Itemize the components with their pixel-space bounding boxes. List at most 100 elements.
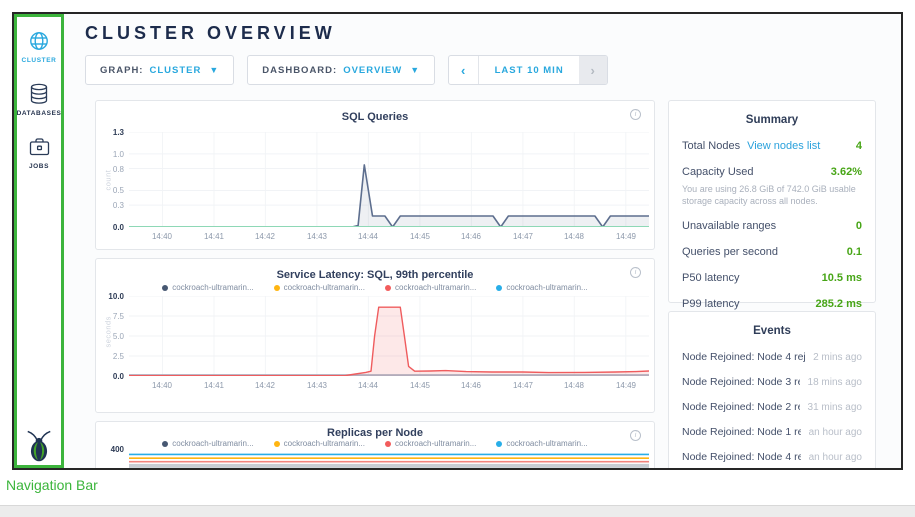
summary-panel: Summary Total Nodes View nodes list 4 Capa…: [668, 100, 876, 303]
app-window: CLUSTER DATABASES: [12, 12, 903, 470]
y-axis-tick: 0.0: [98, 372, 124, 381]
chart-title: SQL Queries: [96, 111, 654, 123]
graph-dropdown-label: GRAPH:: [100, 65, 143, 76]
bottom-strip: [0, 505, 915, 517]
chart-title: Service Latency: SQL, 99th percentile: [96, 269, 654, 281]
chart-svg: [129, 132, 649, 227]
x-axis-tick: 14:41: [196, 232, 232, 241]
event-row[interactable]: Node Rejoined: Node 1 rej... an hour ago: [682, 426, 862, 438]
y-axis-tick: 2.5: [98, 352, 124, 361]
y-axis-tick: 5.0: [98, 332, 124, 341]
database-icon: [27, 82, 51, 106]
legend-item: cockroach-ultramarin...: [385, 283, 476, 292]
chevron-down-icon: ▼: [209, 65, 219, 75]
event-row[interactable]: Node Rejoined: Node 2 rej... 31 mins ago: [682, 401, 862, 413]
summary-value: 285.2 ms: [816, 298, 862, 310]
time-next-button[interactable]: ›: [579, 56, 607, 84]
sidebar-item-jobs[interactable]: JOBS: [27, 135, 51, 170]
summary-label: Total Nodes: [682, 140, 740, 152]
graph-dropdown[interactable]: GRAPH: CLUSTER ▼: [85, 55, 234, 85]
event-row[interactable]: Node Rejoined: Node 4 rej... an hour ago: [682, 451, 862, 463]
chart-plot-area[interactable]: [129, 132, 649, 227]
x-axis-tick: 14:44: [350, 232, 386, 241]
chevron-down-icon: ▼: [410, 65, 420, 75]
summary-row: Unavailable ranges 0: [682, 220, 862, 232]
summary-row: P50 latency 10.5 ms: [682, 272, 862, 284]
briefcase-icon: [27, 135, 51, 159]
chart-legend: cockroach-ultramarin... cockroach-ultram…: [96, 283, 654, 292]
y-axis-tick: 1.3: [98, 128, 124, 137]
y-axis-tick: 0.3: [98, 201, 124, 210]
x-axis-tick: 14:43: [299, 381, 335, 390]
sidebar-item-label: JOBS: [29, 163, 49, 170]
summary-value: 0.1: [847, 246, 862, 258]
time-window-label[interactable]: LAST 10 MIN: [479, 56, 579, 84]
summary-value: 10.5 ms: [822, 272, 862, 284]
time-window-selector: ‹ LAST 10 MIN ›: [448, 55, 608, 85]
chart-svg: [129, 445, 649, 470]
event-text: Node Rejoined: Node 2 rej...: [682, 401, 800, 413]
summary-label: P50 latency: [682, 272, 739, 284]
event-row[interactable]: Node Rejoined: Node 4 rej... 2 mins ago: [682, 351, 862, 363]
legend-dot: [385, 285, 391, 291]
sidebar-item-label: CLUSTER: [22, 57, 57, 64]
summary-row: Total Nodes View nodes list 4: [682, 140, 862, 152]
chart-svg: [129, 296, 649, 376]
time-prev-button[interactable]: ‹: [449, 56, 479, 84]
chart-panel-service-latency: Service Latency: SQL, 99th percentile i …: [95, 258, 655, 413]
y-axis-tick: 400: [98, 445, 124, 454]
y-axis-tick: 0.0: [98, 223, 124, 232]
summary-label: Capacity Used: [682, 166, 754, 178]
chart-plot-area[interactable]: [129, 445, 649, 470]
x-axis-tick: 14:42: [247, 381, 283, 390]
view-nodes-list-link[interactable]: View nodes list: [747, 140, 820, 152]
info-icon[interactable]: i: [630, 267, 641, 278]
summary-row: P99 latency 285.2 ms: [682, 298, 862, 310]
screenshot-canvas: CLUSTER DATABASES: [0, 0, 915, 517]
chart-panel-replicas-per-node: Replicas per Node i cockroach-ultramarin…: [95, 421, 655, 470]
legend-dot: [162, 285, 168, 291]
y-axis-tick: 7.5: [98, 312, 124, 321]
dashboard-dropdown-label: DASHBOARD:: [262, 65, 337, 76]
x-axis-tick: 14:48: [556, 232, 592, 241]
event-text: Node Rejoined: Node 4 rej...: [682, 451, 801, 463]
summary-title: Summary: [682, 114, 862, 126]
info-icon[interactable]: i: [630, 109, 641, 120]
summary-label: Queries per second: [682, 246, 778, 258]
legend-dot: [274, 285, 280, 291]
x-axis-tick: 14:46: [453, 381, 489, 390]
legend-item: cockroach-ultramarin...: [162, 283, 253, 292]
x-axis-tick: 14:44: [350, 381, 386, 390]
graph-dropdown-value: CLUSTER: [149, 65, 201, 76]
dashboard-controls: GRAPH: CLUSTER ▼ DASHBOARD: OVERVIEW ▼ ‹…: [85, 55, 608, 85]
cockroachdb-logo[interactable]: [17, 428, 61, 462]
x-axis-tick: 14:41: [196, 381, 232, 390]
chart-plot-area[interactable]: [129, 296, 649, 376]
x-axis-tick: 14:49: [608, 381, 644, 390]
dashboard-dropdown-value: OVERVIEW: [343, 65, 402, 76]
chart-panel-sql-queries: SQL Queries i count 0.00.30.50.81.01.314…: [95, 100, 655, 250]
event-row[interactable]: Node Rejoined: Node 3 rej... 18 mins ago: [682, 376, 862, 388]
x-axis-tick: 14:46: [453, 232, 489, 241]
summary-label: Unavailable ranges: [682, 220, 776, 232]
chart-title: Replicas per Node: [96, 427, 654, 439]
sidebar-item-label: DATABASES: [17, 110, 62, 117]
summary-label: P99 latency: [682, 298, 739, 310]
x-axis-tick: 14:43: [299, 232, 335, 241]
globe-icon: [27, 29, 51, 53]
y-axis-tick: 1.0: [98, 150, 124, 159]
x-axis-tick: 14:42: [247, 232, 283, 241]
x-axis-tick: 14:45: [402, 232, 438, 241]
event-time: 2 mins ago: [805, 352, 862, 363]
x-axis-tick: 14:47: [505, 381, 541, 390]
events-title: Events: [682, 325, 862, 337]
event-time: 31 mins ago: [800, 402, 862, 413]
dashboard-dropdown[interactable]: DASHBOARD: OVERVIEW ▼: [247, 55, 435, 85]
event-time: 18 mins ago: [800, 377, 862, 388]
sidebar-item-cluster[interactable]: CLUSTER: [22, 29, 57, 64]
summary-note: You are using 26.8 GiB of 742.0 GiB usab…: [682, 183, 862, 207]
navigation-bar: CLUSTER DATABASES: [14, 14, 64, 468]
summary-value: 0: [856, 220, 862, 232]
sidebar-item-databases[interactable]: DATABASES: [17, 82, 62, 117]
summary-value: 4: [856, 140, 862, 152]
